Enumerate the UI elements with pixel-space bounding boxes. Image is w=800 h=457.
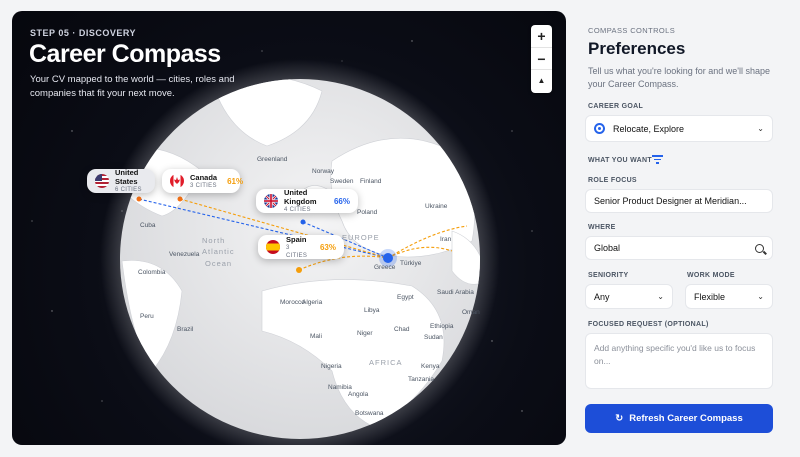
region-label: Ocean <box>205 259 232 268</box>
refresh-button-label: Refresh Career Compass <box>629 413 743 424</box>
region-label: Türkiye <box>400 260 422 267</box>
chevron-down-icon: ⌄ <box>757 124 764 133</box>
spain-flag-icon <box>266 240 280 254</box>
country-cities: 3 CITIES <box>286 244 308 259</box>
country-pill-canada[interactable]: Canada 3 CITIES 61% <box>162 169 244 193</box>
region-label: Angola <box>348 391 369 398</box>
chevron-down-icon: ⌄ <box>657 292 664 301</box>
filter-icon[interactable] <box>652 155 664 165</box>
region-label: North <box>202 236 225 245</box>
country-name: United States <box>115 168 139 186</box>
region-label: Egypt <box>397 294 414 301</box>
what-you-want-label: WHAT YOU WANT <box>588 157 652 164</box>
region-label: Tanzania <box>408 376 434 383</box>
chevron-down-icon: ⌄ <box>757 292 764 301</box>
preferences-subtitle: Tell us what you're looking for and we'l… <box>588 66 771 89</box>
region-label: Peru <box>140 313 154 320</box>
region-label: Greece <box>374 264 396 271</box>
match-percent: 61% <box>227 176 244 186</box>
region-label: Niger <box>357 330 373 337</box>
region-label: Sudan <box>424 334 443 341</box>
country-name: Canada <box>190 172 218 182</box>
canada-flag-icon <box>170 174 184 188</box>
region-label: Kenya <box>421 363 440 370</box>
seniority-value: Any <box>594 291 610 302</box>
compass-reset-button[interactable]: ▲ <box>531 69 552 91</box>
region-label: Botswana <box>355 410 384 417</box>
zoom-controls: + − ▲ <box>531 25 552 93</box>
country-pill-united-states[interactable]: United States 6 CITIES <box>87 168 155 193</box>
region-label: Brazil <box>177 326 194 333</box>
region-label: Ethiopia <box>430 323 454 330</box>
career-goal-select[interactable]: Relocate, Explore ⌄ <box>585 115 773 142</box>
career-goal-value: Relocate, Explore <box>613 123 685 134</box>
country-cities: 6 CITIES <box>115 187 142 193</box>
focused-request-textarea[interactable]: Add anything specific you'd like us to f… <box>585 333 773 389</box>
work-mode-select[interactable]: Flexible ⌄ <box>685 284 773 309</box>
seniority-select[interactable]: Any ⌄ <box>585 284 673 309</box>
search-icon[interactable] <box>755 243 767 255</box>
region-label: Norway <box>312 168 335 175</box>
region-label: Colombia <box>138 269 166 276</box>
role-focus-value: Senior Product Designer at Meridian... <box>594 196 747 206</box>
where-input[interactable]: Global <box>585 236 773 260</box>
region-label: Cuba <box>140 222 156 229</box>
country-cities: 4 CITIES <box>284 207 311 213</box>
controls-panel: COMPASS CONTROLS Preferences Tell us wha… <box>576 11 788 445</box>
zoom-out-button[interactable]: − <box>531 47 552 69</box>
region-label: Atlantic <box>202 247 235 256</box>
step-label: STEP 05 · DISCOVERY <box>30 28 137 38</box>
region-label: Ukraine <box>425 203 448 210</box>
preferences-title: Preferences <box>588 39 686 58</box>
region-label: Sweden <box>330 178 354 185</box>
target-icon <box>594 123 605 134</box>
refresh-career-compass-button[interactable]: ↻ Refresh Career Compass <box>585 404 773 433</box>
seniority-label: SENIORITY <box>588 272 629 279</box>
controls-eyebrow: COMPASS CONTROLS <box>588 26 676 35</box>
country-cities: 3 CITIES <box>190 182 217 189</box>
region-label: Iran <box>440 236 452 243</box>
role-focus-label: ROLE FOCUS <box>588 177 637 184</box>
us-flag-icon <box>95 174 109 188</box>
map-panel[interactable]: GreenlandIcelandSwedenFinlandNorwayPolan… <box>12 11 566 445</box>
work-mode-value: Flexible <box>694 291 726 302</box>
region-label: Saudi Arabia <box>437 289 474 296</box>
uk-flag-icon <box>264 194 278 208</box>
region-label: Oman <box>462 309 480 316</box>
region-label: Algeria <box>302 299 323 306</box>
region-label: Chad <box>394 326 410 333</box>
region-label: Nigeria <box>321 363 342 370</box>
region-label: EUROPE <box>342 233 380 242</box>
region-label: AFRICA <box>369 358 403 367</box>
region-label: Morocco <box>280 299 305 306</box>
country-name: United Kingdom <box>284 188 317 206</box>
country-pill-united-kingdom[interactable]: United Kingdom 4 CITIES 66% <box>256 188 358 213</box>
region-label: Mali <box>310 333 322 340</box>
country-name: Spain <box>286 234 307 244</box>
region-label: Libya <box>364 307 380 314</box>
focused-request-label: FOCUSED REQUEST (OPTIONAL) <box>588 321 709 328</box>
region-label: Greenland <box>257 156 288 163</box>
region-label: Poland <box>357 209 378 216</box>
where-value: Global <box>594 243 621 253</box>
focused-request-placeholder: Add anything specific you'd like us to f… <box>594 343 756 366</box>
zoom-in-button[interactable]: + <box>531 25 552 47</box>
match-percent: 63% <box>319 242 336 252</box>
country-pill-spain[interactable]: Spain 3 CITIES 63% <box>258 235 344 259</box>
career-goal-label: CAREER GOAL <box>588 103 644 110</box>
refresh-icon: ↻ <box>615 413 624 424</box>
work-mode-label: WORK MODE <box>687 272 735 279</box>
match-percent: 66% <box>333 196 350 206</box>
where-label: WHERE <box>588 224 616 231</box>
region-label: Finland <box>360 178 382 185</box>
role-focus-input[interactable]: Senior Product Designer at Meridian... <box>585 189 773 213</box>
region-label: Namibia <box>328 384 352 391</box>
page-subtitle: Your CV mapped to the world — cities, ro… <box>30 74 235 99</box>
page-title: Career Compass <box>29 40 221 68</box>
region-label: Venezuela <box>169 251 200 258</box>
